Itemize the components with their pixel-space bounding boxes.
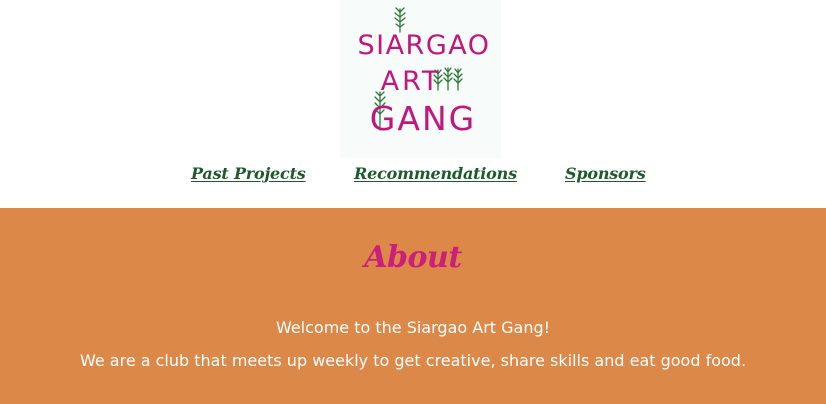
logo-text-gang: GANG <box>370 99 476 138</box>
logo-graphic: SIARGAO ART GANG <box>357 7 490 138</box>
logo-text-siargao: SIARGAO <box>357 30 490 61</box>
main-nav: Past Projects Recommendations Sponsors <box>0 158 826 208</box>
about-heading: About <box>364 240 462 275</box>
logo-text-art: ART <box>381 66 442 97</box>
about-description-text: We are a club that meets up weekly to ge… <box>79 351 747 370</box>
site-logo[interactable]: SIARGAO ART GANG <box>340 0 501 158</box>
page: SIARGAO ART GANG Past Projects Recommend… <box>0 0 826 404</box>
about-section: About Welcome to the Siargao Art Gang! W… <box>0 208 826 404</box>
nav-link-sponsors[interactable]: Sponsors <box>565 162 646 186</box>
nav-link-recommendations[interactable]: Recommendations <box>354 162 517 186</box>
about-welcome-text: Welcome to the Siargao Art Gang! <box>275 318 551 337</box>
nav-link-past-projects[interactable]: Past Projects <box>191 162 306 186</box>
